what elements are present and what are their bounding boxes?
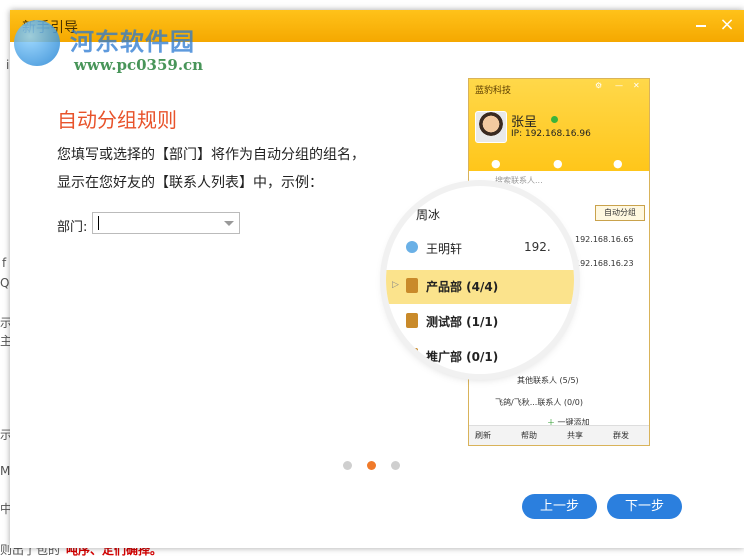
bg-fragment: i [6,58,10,72]
group-book-icon [406,313,418,328]
group-book-icon [406,348,418,363]
contacts-tab-icon: ● [553,157,563,170]
broadcast-label: 群发 [613,431,629,440]
text-cursor [98,216,99,230]
prev-step-button[interactable]: 上一步 [522,494,597,519]
mini-user-name: 张呈 [511,115,538,130]
expand-arrow-icon: ▷ [392,280,399,290]
online-status-icon [551,116,558,123]
chat-tab-icon: ● [491,157,501,170]
watermark-name: 河东软件园 [70,28,195,56]
magnified-contact: 周冰 [416,208,441,222]
page-dot-active[interactable] [367,461,376,470]
help-label: 帮助 [521,431,537,440]
page-dot[interactable] [343,461,352,470]
next-step-button[interactable]: 下一步 [607,494,682,519]
share-label: 共享 [567,431,583,440]
mini-app-name: 蓝豹科技 [475,86,512,96]
mini-footer: 刷新 帮助 共享 群发 [469,425,649,445]
group-book-icon [406,278,418,293]
magnified-contact: 王明轩 192. [386,232,574,266]
page-dot[interactable] [391,461,400,470]
watermark-logo-icon [14,20,60,66]
magnified-group: 推广部 (0/1) [386,340,574,374]
mini-group-other: 其他联系人 (5/5) [517,376,579,385]
auto-group-button: 自动分组 [595,205,645,221]
minimize-icon[interactable] [690,15,712,37]
bg-fragment: f [2,256,7,270]
mini-group-feige: 飞鸽/飞秋...联系人 (0/0) [495,398,583,407]
mini-header: 蓝豹科技 ⚙ — ✕ 张呈 IP: 192.168.16.96 ● ● ● [469,79,649,171]
mini-contact-ip: 192.168.16.65 [575,235,634,244]
user-icon [406,241,418,253]
mini-close-icon: ✕ [633,81,640,90]
mini-user-ip: IP: 192.168.16.96 [511,129,591,139]
magnified-group: 测试部 (1/1) [386,305,574,339]
chevron-down-icon[interactable] [224,221,234,226]
page-title: 自动分组规则 [57,108,177,132]
description-line-1: 您填写或选择的【部门】将作为自动分组的组名， [57,147,365,163]
avatar [475,111,507,143]
recent-tab-icon: ● [613,157,623,170]
magnifier-lens: 周冰 王明轩 192. ▷ 产品部 (4/4) 测试部 (1/1) 推广部 (0… [386,186,574,374]
department-combobox[interactable] [92,212,240,234]
mini-contact-ip: 192.168.16.23 [575,259,634,268]
site-watermark: 河东软件园 www.pc0359.cn [10,10,220,80]
mini-settings-icon: ⚙ [595,81,603,90]
description-line-2: 显示在您好友的【联系人列表】中，示例： [57,175,323,191]
department-label: 部门: [57,220,88,235]
refresh-label: 刷新 [475,431,491,440]
watermark-url: www.pc0359.cn [74,56,204,74]
close-button[interactable]: × [716,15,738,37]
magnified-group: ▷ 产品部 (4/4) [386,270,574,304]
mini-minimize-icon: — [615,81,623,90]
guide-dialog: 新手引导 × 河东软件园 www.pc0359.cn 自动分组规则 您填写或选择… [10,10,744,548]
